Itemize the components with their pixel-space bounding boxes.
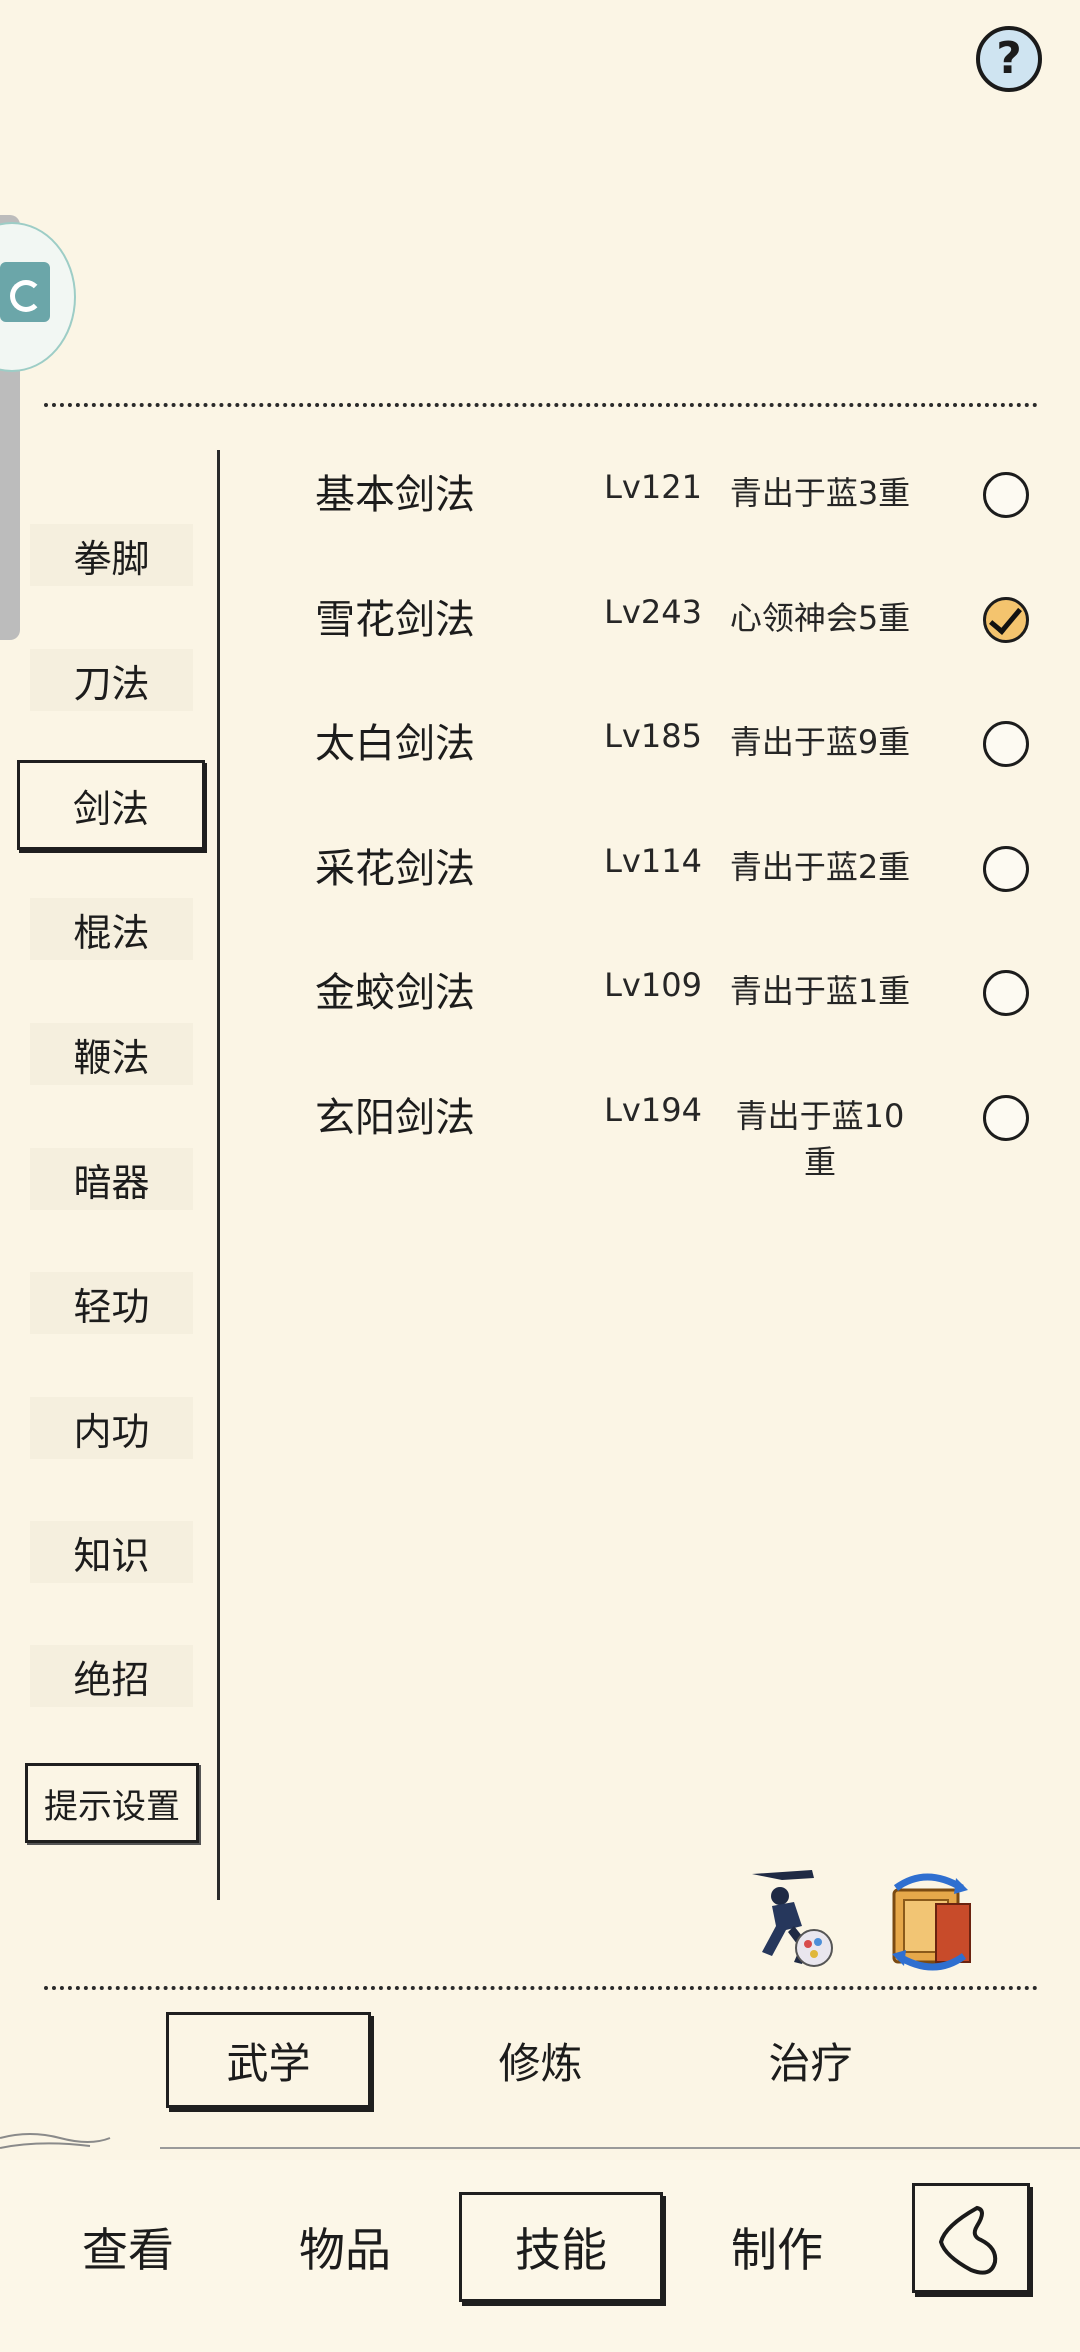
category-daofa[interactable]: 刀法 <box>30 649 193 711</box>
equip-radio[interactable] <box>983 472 1029 518</box>
category-quanjiao[interactable]: 拳脚 <box>30 524 193 586</box>
category-neigong[interactable]: 内功 <box>30 1397 193 1459</box>
skill-stage: 青出于蓝9重 <box>729 723 911 761</box>
category-bianfa[interactable]: 鞭法 <box>30 1023 193 1085</box>
skill-name: 基本剑法 <box>315 472 475 518</box>
skill-level: Lv114 <box>604 842 702 880</box>
skill-row[interactable]: 采花剑法 Lv114 青出于蓝2重 <box>300 826 1060 906</box>
skill-stage: 心领神会5重 <box>729 599 911 637</box>
equip-radio[interactable] <box>983 846 1029 892</box>
nav-zhizuo[interactable]: 制作 <box>697 2192 857 2302</box>
hint-settings-button[interactable]: 提示设置 <box>25 1763 199 1843</box>
nav-chakan[interactable]: 查看 <box>48 2192 208 2302</box>
skill-book-swap-icon[interactable] <box>876 1870 984 1974</box>
skill-row[interactable]: 基本剑法 Lv121 青出于蓝3重 <box>300 452 1060 532</box>
category-qinggong[interactable]: 轻功 <box>30 1272 193 1334</box>
subtab-zhiliao[interactable]: 治疗 <box>708 2012 913 2108</box>
skill-name: 采花剑法 <box>315 846 475 892</box>
category-zhishi[interactable]: 知识 <box>30 1521 193 1583</box>
skill-row[interactable]: 玄阳剑法 Lv194 青出于蓝10重 <box>300 1075 1060 1181</box>
skill-level: Lv185 <box>604 717 702 755</box>
category-gunfa[interactable]: 棍法 <box>30 898 193 960</box>
skill-name: 金蛟剑法 <box>315 970 475 1016</box>
subtab-wuxue[interactable]: 武学 <box>166 2012 371 2108</box>
help-button[interactable]: ? <box>976 26 1042 92</box>
divider-bottom <box>44 1986 1038 1990</box>
skill-level: Lv243 <box>604 593 702 631</box>
equip-radio-checked[interactable] <box>983 597 1029 643</box>
skill-level: Lv194 <box>604 1091 702 1129</box>
category-juezhao[interactable]: 绝招 <box>30 1645 193 1707</box>
skill-row[interactable]: 金蛟剑法 Lv109 青出于蓝1重 <box>300 950 1060 1030</box>
skill-name: 玄阳剑法 <box>315 1095 475 1141</box>
skill-stage: 青出于蓝3重 <box>729 474 911 512</box>
skill-stage: 青出于蓝1重 <box>729 972 911 1010</box>
equip-radio[interactable] <box>983 721 1029 767</box>
martial-fighter-icon[interactable] <box>742 1866 842 1974</box>
nav-jineng[interactable]: 技能 <box>459 2192 663 2302</box>
skill-name: 雪花剑法 <box>315 597 475 643</box>
skill-row[interactable]: 雪花剑法 Lv243 心领神会5重 <box>300 577 1060 657</box>
back-arrow-icon <box>938 2205 998 2275</box>
skill-level: Lv109 <box>604 966 702 1004</box>
divider-vertical <box>217 450 220 1900</box>
equip-radio[interactable] <box>983 1095 1029 1141</box>
skill-level: Lv121 <box>604 468 702 506</box>
skill-row[interactable]: 太白剑法 Lv185 青出于蓝9重 <box>300 701 1060 781</box>
skill-stage: 青出于蓝10重 <box>735 1097 905 1181</box>
equip-radio[interactable] <box>983 970 1029 1016</box>
nav-wupin[interactable]: 物品 <box>265 2192 425 2302</box>
category-anqi[interactable]: 暗器 <box>30 1148 193 1210</box>
back-button[interactable] <box>912 2183 1030 2293</box>
subtab-xiulian[interactable]: 修炼 <box>438 2012 643 2108</box>
cloud-divider <box>0 2133 1080 2149</box>
skill-stage: 青出于蓝2重 <box>729 848 911 886</box>
app-logo-icon <box>0 262 50 322</box>
divider-top <box>44 403 1038 407</box>
category-jianfa[interactable]: 剑法 <box>17 760 205 850</box>
skill-name: 太白剑法 <box>315 721 475 767</box>
